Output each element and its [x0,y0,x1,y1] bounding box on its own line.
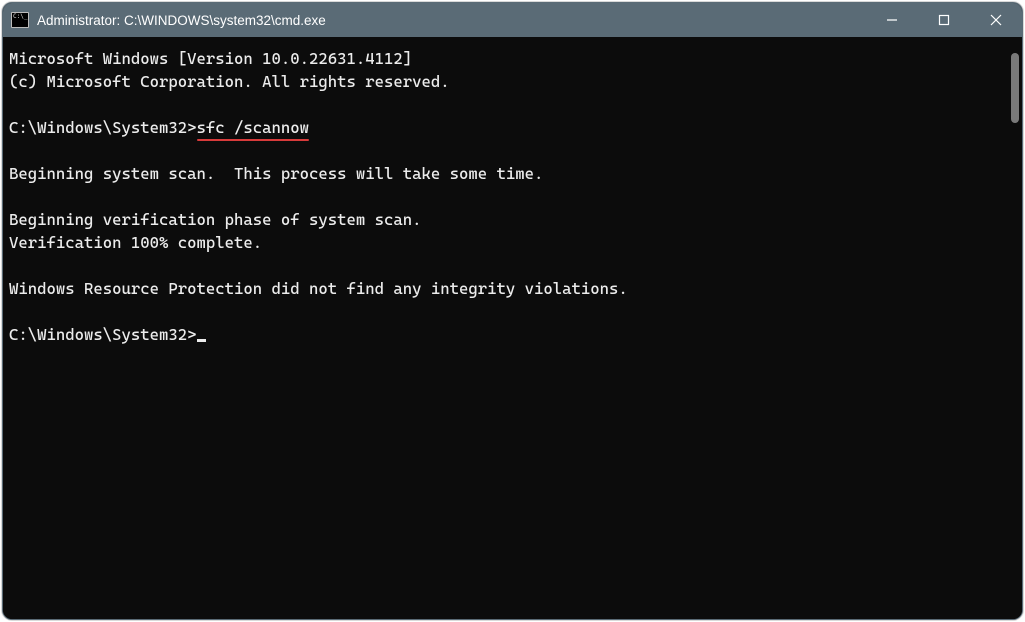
blank-line [9,139,1000,162]
minimize-button[interactable] [866,3,918,37]
output-line: (c) Microsoft Corporation. All rights re… [9,70,1000,93]
terminal-area: Microsoft Windows [Version 10.0.22631.41… [3,37,1022,619]
window-controls [866,3,1022,37]
vertical-scrollbar[interactable] [1006,37,1022,619]
prompt-path: C:\Windows\System32> [9,325,197,344]
cmd-window: Administrator: C:\WINDOWS\system32\cmd.e… [2,2,1023,620]
close-icon [990,14,1002,26]
blank-line [9,300,1000,323]
prompt-line: C:\Windows\System32>sfc /scannow [9,116,1000,139]
prompt-line: C:\Windows\System32> [9,323,1000,346]
output-line: Beginning verification phase of system s… [9,208,1000,231]
output-line: Microsoft Windows [Version 10.0.22631.41… [9,47,1000,70]
output-line: Windows Resource Protection did not find… [9,277,1000,300]
blank-line [9,185,1000,208]
maximize-button[interactable] [918,3,970,37]
blank-line [9,93,1000,116]
scrollbar-thumb[interactable] [1011,53,1019,123]
prompt-path: C:\Windows\System32> [9,118,197,137]
output-line: Verification 100% complete. [9,231,1000,254]
text-cursor [197,339,206,342]
window-title: Administrator: C:\WINDOWS\system32\cmd.e… [37,13,866,28]
minimize-icon [886,14,898,26]
entered-command: sfc /scannow [197,116,310,139]
output-line: Beginning system scan. This process will… [9,162,1000,185]
blank-line [9,254,1000,277]
maximize-icon [938,14,950,26]
cmd-icon [11,12,29,28]
close-button[interactable] [970,3,1022,37]
terminal-output[interactable]: Microsoft Windows [Version 10.0.22631.41… [3,37,1006,619]
titlebar[interactable]: Administrator: C:\WINDOWS\system32\cmd.e… [3,3,1022,37]
